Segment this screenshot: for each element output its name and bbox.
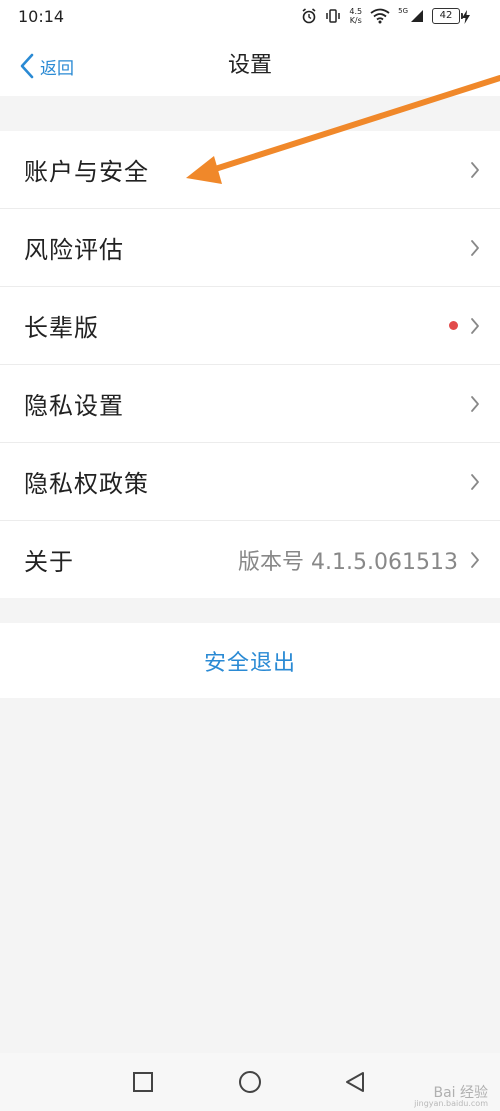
chevron-left-icon xyxy=(20,53,34,79)
chevron-right-icon xyxy=(471,239,479,256)
status-icons: 4.5 K/s 5G 42 xyxy=(301,7,463,25)
row-label: 隐私权政策 xyxy=(24,470,149,498)
watermark-url: jingyan.baidu.com xyxy=(414,1099,488,1108)
settings-row-privacy-settings[interactable]: 隐私设置 xyxy=(0,365,500,443)
settings-list: 账户与安全 风险评估 长辈版 隐私设置 隐私权政策 关于 版本号 4.1.5.0… xyxy=(0,131,500,598)
chevron-right-icon xyxy=(471,551,479,568)
chevron-right-icon xyxy=(471,161,479,178)
row-label: 隐私设置 xyxy=(24,392,124,420)
status-time: 10:14 xyxy=(18,7,65,26)
back-label: 返回 xyxy=(40,58,74,79)
square-icon[interactable] xyxy=(132,1071,154,1093)
settings-row-risk-assessment[interactable]: 风险评估 xyxy=(0,209,500,287)
circle-icon[interactable] xyxy=(238,1071,262,1095)
settings-row-privacy-policy[interactable]: 隐私权政策 xyxy=(0,443,500,521)
speed-unit: K/s xyxy=(349,16,362,25)
settings-row-account-security[interactable]: 账户与安全 xyxy=(0,131,500,209)
signal-icon xyxy=(411,10,423,22)
chevron-right-icon xyxy=(471,395,479,412)
version-number: 版本号 4.1.5.061513 xyxy=(238,549,458,575)
row-label: 关于 xyxy=(24,548,74,576)
status-bar: 10:14 4.5 K/s 5G 42 xyxy=(0,0,500,36)
charging-icon xyxy=(462,10,470,24)
row-label: 长辈版 xyxy=(24,314,99,342)
settings-screen: 10:14 4.5 K/s 5G 42 设置 返回 账户与安全 风险评估 长辈版… xyxy=(0,0,500,1111)
wifi-icon xyxy=(370,8,390,24)
back-button[interactable]: 返回 xyxy=(20,48,74,84)
battery-indicator: 42 xyxy=(432,8,463,24)
logout-button[interactable]: 安全退出 xyxy=(0,623,500,698)
page-title: 设置 xyxy=(227,53,272,78)
chevron-right-icon xyxy=(471,317,479,334)
speed-value: 4.5 xyxy=(349,7,363,16)
header: 设置 返回 xyxy=(0,36,500,96)
alarm-icon xyxy=(302,8,316,24)
settings-row-about[interactable]: 关于 版本号 4.1.5.061513 xyxy=(0,521,500,598)
network-speed: 4.5 K/s xyxy=(349,7,362,25)
row-label: 风险评估 xyxy=(24,236,124,264)
vibrate-icon xyxy=(326,9,341,23)
triangle-back-icon[interactable] xyxy=(344,1071,366,1093)
notification-dot xyxy=(449,321,458,330)
settings-row-elder-mode[interactable]: 长辈版 xyxy=(0,287,500,365)
network-type: 5G xyxy=(398,7,408,15)
row-label: 账户与安全 xyxy=(24,158,149,186)
logout-label: 安全退出 xyxy=(203,650,296,676)
chevron-right-icon xyxy=(471,473,479,490)
